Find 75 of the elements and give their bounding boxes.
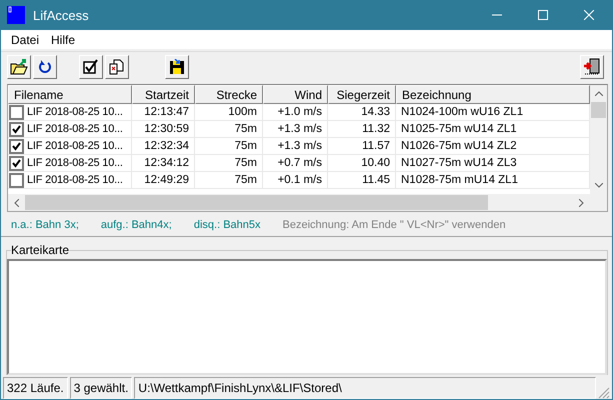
legend-text: disq.: Bahn5x [194, 219, 260, 231]
save-disk-button[interactable] [165, 55, 189, 79]
table-cell: 12:13:47 [132, 104, 195, 121]
table-cell: 75m [195, 155, 263, 172]
table-cell: N1028-75m mU14 ZL1 [396, 172, 590, 189]
table-cell: LIF 2018-08-25 10... [27, 106, 123, 118]
open-folder-button[interactable] [7, 55, 31, 79]
scroll-right-icon[interactable] [579, 198, 584, 206]
scroll-thumb[interactable] [591, 102, 606, 118]
status-pane: 322 Läufe. [3, 377, 68, 399]
table-cell: LIF 2018-08-25 10... [27, 174, 123, 186]
table-cell: N1025-75m wU14 ZL1 [396, 121, 590, 138]
table-cell: N1027-75m wU14 ZL3 [396, 155, 590, 172]
column-header[interactable]: Bezeichnung [396, 85, 590, 104]
row-checkbox[interactable] [9, 104, 24, 120]
table-cell: LIF 2018-08-25 10... [27, 140, 123, 152]
table-cell: 11.45 [328, 172, 396, 189]
refresh-icon [38, 60, 52, 74]
table-cell: +1.3 m/s [263, 138, 328, 155]
legend-text: n.a.: Bahn 3x; [11, 219, 79, 231]
table-cell: 12:49:29 [132, 172, 195, 189]
table-cell: 12:34:12 [132, 155, 195, 172]
maximize-icon [538, 10, 548, 20]
table-cell: +1.0 m/s [263, 104, 328, 121]
close-icon [584, 10, 594, 20]
scroll-left-icon[interactable] [14, 198, 19, 206]
horizontal-scrollbar[interactable] [8, 194, 590, 211]
vertical-scrollbar[interactable] [590, 85, 607, 194]
column-header[interactable]: Siegerzeit [328, 85, 396, 104]
column-header[interactable]: Startzeit [132, 85, 195, 104]
table-cell: +0.7 m/s [263, 155, 328, 172]
copy-document-button[interactable] [105, 55, 129, 79]
window-title: LifAccess [33, 8, 90, 22]
group-title: Karteikarte [11, 243, 70, 257]
table-cell: 11.57 [328, 138, 396, 155]
checkbox-icon [83, 59, 99, 75]
checkbox-button[interactable] [79, 55, 103, 79]
table-cell: 10.40 [328, 155, 396, 172]
table-cell: LIF 2018-08-25 10... [27, 123, 123, 135]
app-icon [7, 6, 25, 24]
table-cell: 100m [195, 104, 263, 121]
row-checkbox[interactable] [9, 138, 24, 154]
resize-grip-icon [598, 387, 610, 399]
row-checkbox[interactable] [9, 172, 24, 188]
status-pane: U:\Wettkampf\FinishLynx\&LIF\Stored\ [134, 377, 596, 399]
table-cell: 75m [195, 121, 263, 138]
table-cell: 11.32 [328, 121, 396, 138]
legend-text: aufg.: Bahn4x; [100, 219, 172, 231]
table-cell: 12:30:59 [132, 121, 195, 138]
column-header[interactable]: Filename [8, 85, 132, 104]
menu-item[interactable]: Hilfe [45, 32, 82, 46]
column-header[interactable]: Wind [263, 85, 328, 104]
door-icon [583, 58, 601, 76]
table-cell: LIF 2018-08-25 10... [27, 157, 123, 169]
row-checkbox[interactable] [9, 122, 24, 136]
table-cell: +0.1 m/s [263, 172, 328, 189]
legend-text: Bezeichnung: Am Ende " VL<Nr>" verwenden [282, 219, 506, 231]
status-pane: 3 gewählt. [70, 377, 132, 399]
scroll-thumb[interactable] [25, 195, 488, 210]
scroll-up-icon[interactable] [594, 91, 602, 96]
table-cell: 14.33 [328, 104, 396, 121]
row-checkbox[interactable] [9, 156, 24, 170]
table-cell: +1.3 m/s [263, 121, 328, 138]
folder-icon [10, 59, 28, 75]
column-header[interactable]: Strecke [195, 85, 263, 104]
documents-icon [109, 59, 125, 75]
table-cell: 75m [195, 138, 263, 155]
table-cell: 75m [195, 172, 263, 189]
refresh-button[interactable] [33, 55, 57, 79]
table-cell: 12:32:34 [132, 138, 195, 155]
scroll-down-icon[interactable] [594, 183, 602, 188]
table-cell: N1024-100m wU16 ZL1 [396, 104, 590, 121]
table-cell: N1026-75m wU14 ZL2 [396, 138, 590, 155]
menu-item[interactable]: Datei [5, 32, 46, 46]
exit-door-button[interactable] [580, 55, 604, 79]
